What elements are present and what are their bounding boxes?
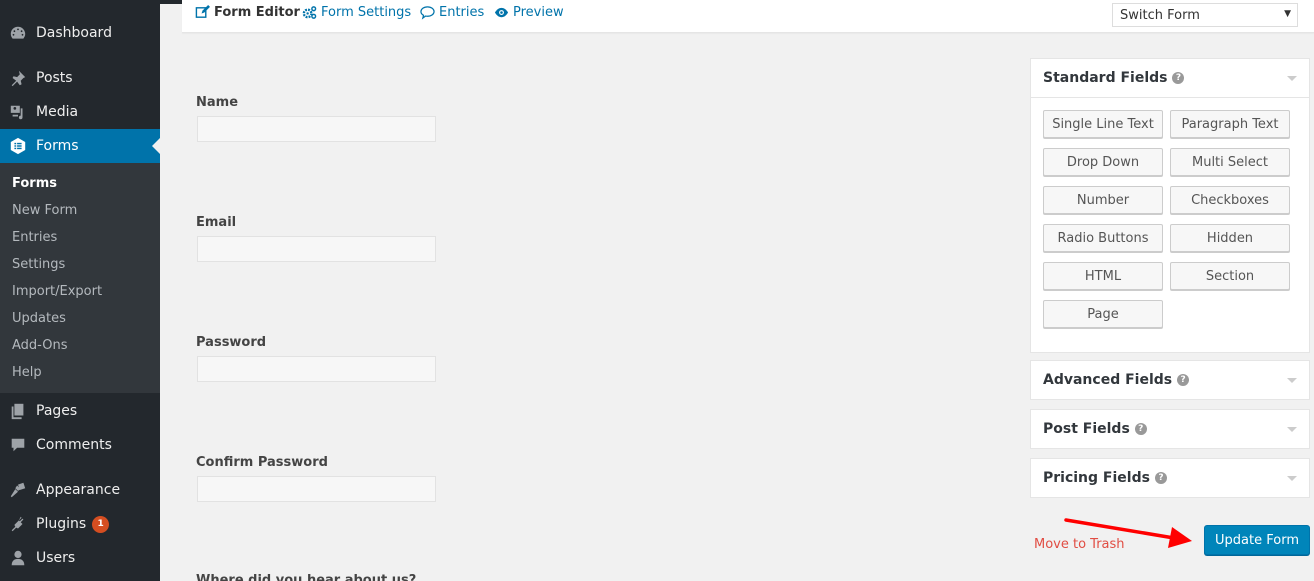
expand-arrow-icon[interactable] [1287, 427, 1297, 432]
tab-form-settings[interactable]: Form Settings [302, 5, 411, 20]
add-multi-select-button[interactable]: Multi Select [1170, 148, 1290, 176]
standard-fields-panel: Standard Fields ? Single Line Text Parag… [1030, 58, 1310, 353]
forms-submenu: Forms New Form Entries Settings Import/E… [0, 163, 160, 393]
menu-forms[interactable]: Forms [0, 129, 160, 163]
tab-form-editor[interactable]: Form Editor [195, 5, 300, 20]
media-icon [0, 103, 36, 121]
field-label-password: Password [196, 335, 267, 350]
update-form-button[interactable]: Update Form [1204, 525, 1310, 555]
tab-form-settings-label: Form Settings [321, 5, 412, 20]
standard-fields-title: Standard Fields [1043, 70, 1168, 86]
help-icon[interactable]: ? [1172, 72, 1185, 84]
edit-icon [195, 5, 210, 18]
menu-pages[interactable]: Pages [0, 394, 160, 428]
tab-form-editor-label: Form Editor [214, 5, 300, 20]
pages-icon [0, 402, 36, 420]
add-html-button[interactable]: HTML [1043, 262, 1163, 290]
comment-bubble-icon [420, 6, 435, 20]
menu-pages-label: Pages [36, 403, 78, 419]
menu-appearance-label: Appearance [36, 482, 121, 498]
dashboard-icon [0, 24, 36, 42]
add-single-line-text-button[interactable]: Single Line Text [1043, 110, 1163, 138]
help-icon[interactable]: ? [1154, 472, 1167, 484]
help-icon[interactable]: ? [1134, 423, 1147, 435]
post-fields-header[interactable]: Post Fields ? [1031, 410, 1309, 448]
menu-posts[interactable]: Posts [0, 61, 160, 95]
eye-icon [494, 7, 509, 18]
expand-arrow-icon[interactable] [1287, 378, 1297, 383]
submenu-help[interactable]: Help [12, 365, 42, 380]
pricing-fields-title: Pricing Fields [1043, 470, 1150, 486]
add-number-button[interactable]: Number [1043, 186, 1163, 214]
tab-entries[interactable]: Entries [420, 5, 484, 20]
menu-forms-label: Forms [36, 138, 79, 154]
field-label-name: Name [196, 95, 239, 110]
pin-icon [0, 69, 36, 87]
plugin-icon [0, 515, 36, 533]
tab-preview-label: Preview [513, 5, 564, 20]
paintbrush-icon [0, 481, 36, 499]
menu-users-label: Users [36, 550, 76, 566]
user-icon [0, 549, 36, 567]
annotation-arrow-icon [1064, 518, 1192, 548]
expand-arrow-icon[interactable] [1287, 476, 1297, 481]
pricing-fields-header[interactable]: Pricing Fields ? [1031, 459, 1309, 497]
menu-plugins[interactable]: Plugins 1 [0, 507, 160, 541]
field-label-email: Email [196, 215, 237, 230]
menu-appearance[interactable]: Appearance [0, 473, 160, 507]
add-paragraph-text-button[interactable]: Paragraph Text [1170, 110, 1290, 138]
submenu-entries[interactable]: Entries [12, 230, 57, 245]
chevron-down-icon: ▼ [1284, 9, 1291, 19]
switch-form-value: Switch Form [1120, 7, 1200, 23]
field-label-referral: Where did you hear about us? [196, 573, 417, 581]
menu-posts-label: Posts [36, 70, 73, 86]
post-fields-title: Post Fields [1043, 421, 1130, 437]
comment-icon [0, 436, 36, 454]
add-drop-down-button[interactable]: Drop Down [1043, 148, 1163, 176]
advanced-fields-title: Advanced Fields [1043, 372, 1173, 388]
plugins-update-badge: 1 [92, 515, 110, 533]
menu-comments-label: Comments [36, 437, 112, 453]
add-checkboxes-button[interactable]: Checkboxes [1170, 186, 1290, 214]
confirm-password-input[interactable] [197, 476, 436, 502]
collapse-arrow-icon[interactable] [1287, 76, 1297, 81]
email-input[interactable] [197, 236, 436, 262]
add-radio-buttons-button[interactable]: Radio Buttons [1043, 224, 1163, 252]
menu-dashboard-label: Dashboard [36, 25, 112, 41]
submenu-updates[interactable]: Updates [12, 311, 66, 326]
add-hidden-button[interactable]: Hidden [1170, 224, 1290, 252]
post-fields-panel: Post Fields ? [1030, 409, 1310, 449]
name-input[interactable] [197, 116, 436, 142]
submenu-forms[interactable]: Forms [12, 176, 57, 191]
standard-fields-buttons: Single Line Text Paragraph Text Drop Dow… [1031, 97, 1309, 352]
menu-dashboard[interactable]: Dashboard [0, 16, 160, 50]
submenu-new-form[interactable]: New Form [12, 203, 77, 218]
switch-form-select[interactable]: Switch Form ▼ [1112, 3, 1298, 27]
tab-preview[interactable]: Preview [494, 5, 564, 20]
admin-sidebar: Dashboard Posts Media Forms Forms New Fo… [0, 0, 160, 581]
field-label-confirm-password: Confirm Password [196, 455, 328, 470]
menu-users[interactable]: Users [0, 541, 160, 575]
tab-entries-label: Entries [439, 5, 485, 20]
gears-icon [302, 6, 317, 19]
standard-fields-header[interactable]: Standard Fields ? [1031, 59, 1309, 97]
submenu-add-ons[interactable]: Add-Ons [12, 338, 67, 353]
pricing-fields-panel: Pricing Fields ? [1030, 458, 1310, 498]
advanced-fields-panel: Advanced Fields ? [1030, 360, 1310, 400]
menu-plugins-label: Plugins [36, 516, 87, 532]
help-icon[interactable]: ? [1177, 374, 1190, 386]
password-input[interactable] [197, 356, 436, 382]
add-page-button[interactable]: Page [1043, 300, 1163, 328]
menu-media[interactable]: Media [0, 95, 160, 129]
submenu-settings[interactable]: Settings [12, 257, 65, 272]
add-section-button[interactable]: Section [1170, 262, 1290, 290]
menu-media-label: Media [36, 104, 79, 120]
advanced-fields-header[interactable]: Advanced Fields ? [1031, 361, 1309, 399]
submenu-import-export[interactable]: Import/Export [12, 284, 102, 299]
forms-icon [0, 137, 36, 155]
menu-comments[interactable]: Comments [0, 428, 160, 462]
